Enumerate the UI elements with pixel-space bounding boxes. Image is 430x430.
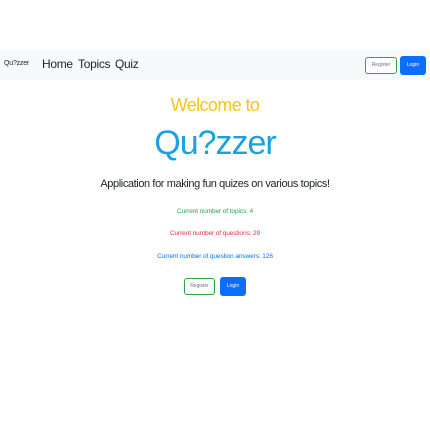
- app-name-heading: Qu?zzer: [154, 124, 277, 162]
- welcome-heading: Welcome to: [170, 95, 260, 115]
- nav-link-home[interactable]: Home: [42, 57, 73, 71]
- answers-count: Current number of question answers: 126: [157, 253, 273, 260]
- nav-link-quiz[interactable]: Quiz: [115, 57, 139, 71]
- nav-login-button[interactable]: Login: [400, 56, 426, 75]
- nav-register-button[interactable]: Register: [365, 57, 397, 74]
- register-button[interactable]: Register: [184, 278, 215, 295]
- login-button[interactable]: Login: [220, 277, 246, 296]
- tagline: Application for making fun quizes on var…: [100, 178, 330, 190]
- topics-count: Current number of topics: 4: [176, 208, 254, 215]
- navbar: Qu?zzer Home Topics Quiz Register Login: [0, 50, 430, 80]
- nav-link-topics[interactable]: Topics: [78, 57, 111, 71]
- brand-logo[interactable]: Qu?zzer: [4, 60, 29, 67]
- questions-count: Current number of questions: 29: [169, 230, 261, 237]
